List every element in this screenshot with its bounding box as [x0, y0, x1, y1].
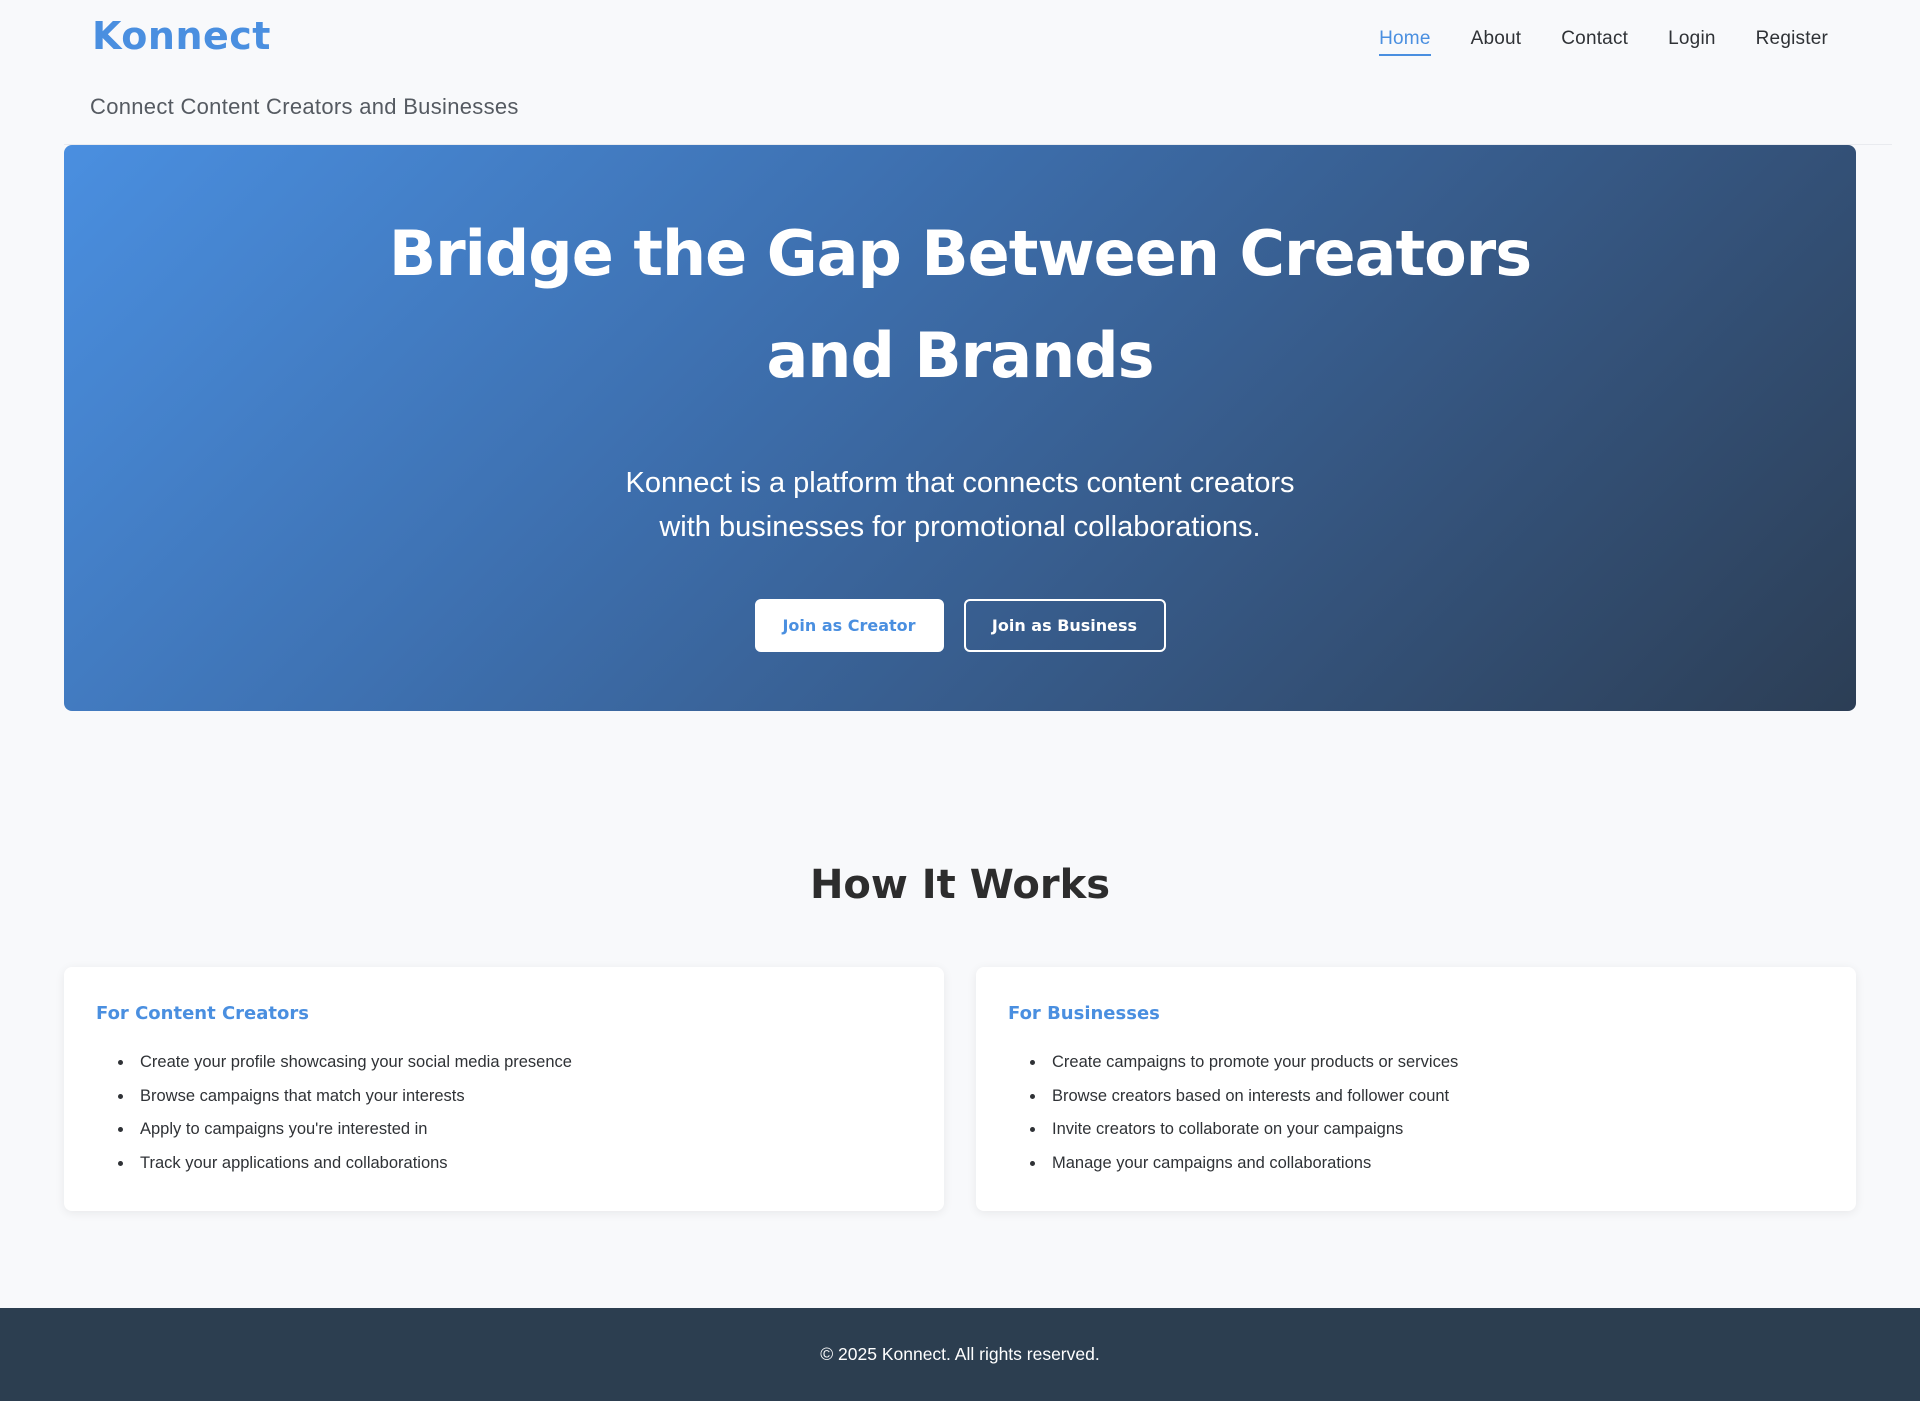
- list-item: Invite creators to collaborate on your c…: [1046, 1113, 1458, 1147]
- page: Konnect Connect Content Creators and Bus…: [0, 0, 1920, 1401]
- join-as-creator-button[interactable]: Join as Creator: [754, 599, 944, 652]
- list-item: Create campaigns to promote your product…: [1046, 1046, 1458, 1080]
- hero-button-group: Join as Creator Join as Business: [64, 599, 1856, 652]
- creators-feature-list: Create your profile showcasing your soci…: [134, 1046, 572, 1180]
- list-item: Apply to campaigns you're interested in: [134, 1113, 572, 1147]
- list-item: Track your applications and collaboratio…: [134, 1147, 572, 1181]
- main-nav: Home About Contact Login Register: [1379, 28, 1828, 56]
- card-title: For Content Creators: [96, 1003, 309, 1024]
- hero-banner: Bridge the Gap Between Creators and Bran…: [64, 145, 1856, 711]
- copyright-text: © 2025 Konnect. All rights reserved.: [820, 1344, 1100, 1364]
- card-title: For Businesses: [1008, 1003, 1160, 1024]
- hero-title: Bridge the Gap Between Creators and Bran…: [388, 217, 1532, 392]
- site-footer: © 2025 Konnect. All rights reserved.: [0, 1308, 1920, 1401]
- list-item: Browse creators based on interests and f…: [1046, 1080, 1458, 1114]
- tagline: Connect Content Creators and Businesses: [90, 94, 519, 119]
- site-header: Konnect Connect Content Creators and Bus…: [0, 0, 1920, 145]
- list-item: Browse campaigns that match your interes…: [134, 1080, 572, 1114]
- businesses-feature-list: Create campaigns to promote your product…: [1046, 1046, 1458, 1180]
- nav-login-link[interactable]: Login: [1668, 28, 1716, 56]
- nav-home-link[interactable]: Home: [1379, 28, 1432, 56]
- businesses-card: For Businesses Create campaigns to promo…: [976, 967, 1856, 1211]
- hero-subtitle: Konnect is a platform that connects cont…: [625, 467, 1295, 543]
- list-item: Manage your campaigns and collaborations: [1046, 1147, 1458, 1181]
- join-as-business-button[interactable]: Join as Business: [963, 599, 1166, 652]
- logo[interactable]: Konnect: [92, 14, 271, 58]
- nav-contact-link[interactable]: Contact: [1561, 28, 1628, 56]
- creators-card: For Content Creators Create your profile…: [64, 967, 944, 1211]
- nav-register-link[interactable]: Register: [1756, 28, 1828, 56]
- list-item: Create your profile showcasing your soci…: [134, 1046, 572, 1080]
- how-it-works-heading: How It Works: [809, 862, 1111, 908]
- nav-about-link[interactable]: About: [1471, 28, 1522, 56]
